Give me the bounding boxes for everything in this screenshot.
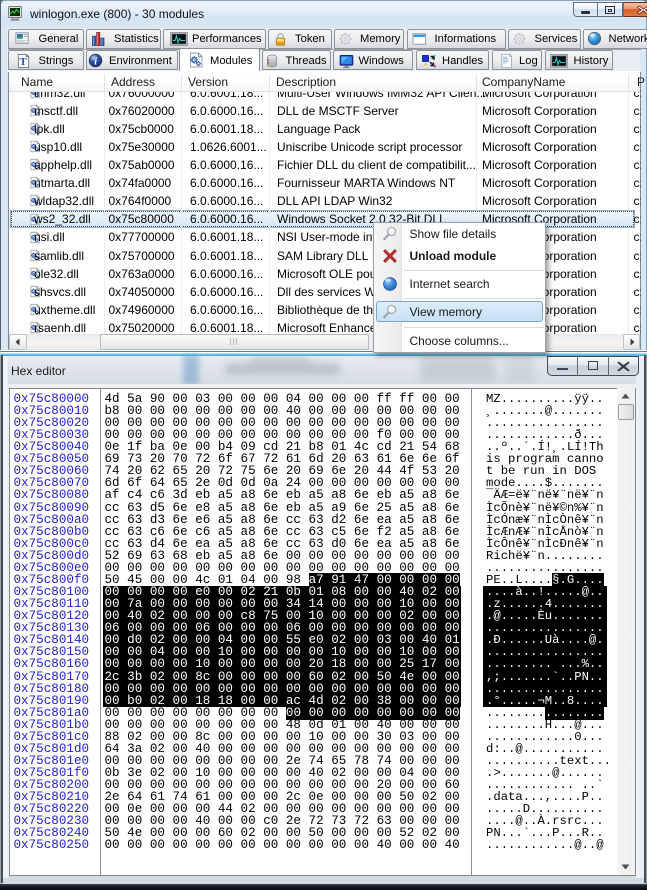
svg-text:i: i	[94, 56, 97, 67]
svg-text:T: T	[19, 55, 27, 67]
